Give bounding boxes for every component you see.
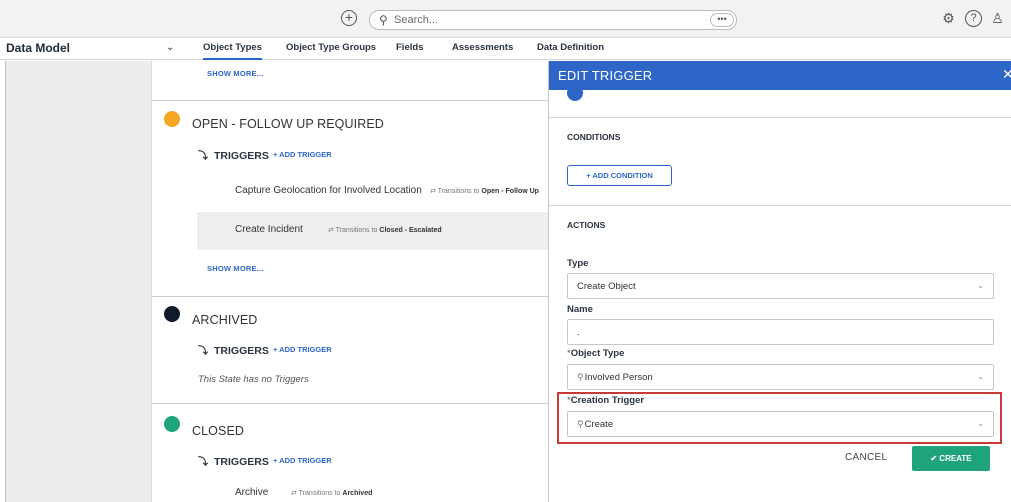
- add-trigger-button[interactable]: + ADD TRIGGER: [273, 150, 332, 159]
- gear-icon[interactable]: ⚙: [940, 10, 957, 27]
- object-type-select[interactable]: ⚲Involved Person ⌄: [567, 364, 994, 390]
- type-select[interactable]: Create Object ⌄: [567, 273, 994, 299]
- state-dot-open: [164, 111, 180, 127]
- panel-title: EDIT TRIGGER: [558, 68, 653, 83]
- trigger-row[interactable]: Create Incident ⇄ Transitions to Closed …: [197, 212, 548, 250]
- highlight-box: [557, 392, 1002, 444]
- trigger-name: Capture Geolocation for Involved Locatio…: [235, 185, 422, 196]
- trigger-row[interactable]: Archive ⇄ Transitions to Archived: [197, 475, 548, 502]
- search-icon: ⚲: [577, 372, 584, 382]
- trigger-transition: ⇄ Transitions to Archived: [291, 490, 373, 497]
- trigger-row[interactable]: Capture Geolocation for Involved Locatio…: [197, 173, 548, 211]
- conditions-heading: CONDITIONS: [567, 132, 621, 142]
- tab-object-types[interactable]: Object Types: [203, 42, 262, 60]
- tab-data-definition[interactable]: Data Definition: [537, 42, 604, 60]
- name-value: .: [577, 327, 580, 338]
- tab-assessments[interactable]: Assessments: [452, 42, 513, 60]
- search-icon: ⚲: [379, 13, 388, 27]
- state-name-archived: ARCHIVED: [192, 313, 258, 327]
- trigger-transition: ⇄ Transitions to Open - Follow Up: [430, 188, 539, 195]
- top-bar: + ⚲ ••• ⚙ ? ♙: [0, 0, 1011, 38]
- trigger-name: Create Incident: [235, 224, 303, 235]
- search-input[interactable]: [394, 12, 694, 28]
- more-icon[interactable]: •••: [710, 13, 734, 27]
- add-trigger-button[interactable]: + ADD TRIGGER: [273, 345, 332, 354]
- no-triggers-text: This State has no Triggers: [198, 374, 309, 385]
- help-icon[interactable]: ?: [965, 10, 982, 27]
- create-button[interactable]: ✔ CREATE: [912, 446, 990, 471]
- triggers-heading: ⤵ TRIGGERS: [198, 150, 269, 162]
- add-trigger-button[interactable]: + ADD TRIGGER: [273, 456, 332, 465]
- bolt-icon: ⤵: [198, 151, 208, 162]
- name-field[interactable]: .: [567, 319, 994, 345]
- close-icon[interactable]: ✕: [1002, 66, 1011, 83]
- type-label: Type: [567, 258, 589, 269]
- add-condition-button[interactable]: + ADD CONDITION: [567, 165, 672, 186]
- state-dot-closed: [164, 416, 180, 432]
- bolt-icon: ⤵: [198, 457, 208, 468]
- state-name-open: OPEN - FOLLOW UP REQUIRED: [192, 117, 384, 131]
- tab-fields[interactable]: Fields: [396, 42, 423, 60]
- divider: [152, 296, 548, 297]
- chevron-down-icon: ⌄: [977, 281, 984, 290]
- user-icon[interactable]: ♙: [989, 10, 1006, 27]
- add-icon[interactable]: +: [341, 10, 357, 26]
- nav-bar: Data Model ⌄ Object Types Object Type Gr…: [0, 38, 1011, 60]
- left-sidebar: [0, 61, 151, 502]
- divider: [152, 100, 548, 101]
- state-name-closed: CLOSED: [192, 424, 245, 438]
- name-label: Name: [567, 304, 593, 315]
- divider: [549, 117, 1011, 118]
- chevron-down-icon: ⌄: [977, 372, 984, 381]
- divider: [152, 403, 548, 404]
- show-more-link[interactable]: SHOW MORE...: [207, 264, 264, 273]
- type-value: Create Object: [577, 281, 636, 292]
- state-dot-archived: [164, 306, 180, 322]
- actions-heading: ACTIONS: [567, 220, 606, 230]
- cancel-button[interactable]: CANCEL: [845, 452, 887, 463]
- tab-object-type-groups[interactable]: Object Type Groups: [286, 42, 376, 60]
- object-type-label: *Object Type: [567, 348, 625, 359]
- page-title: Data Model: [6, 41, 71, 55]
- chevron-down-icon[interactable]: ⌄: [166, 42, 174, 53]
- panel-header: EDIT TRIGGER ✕: [549, 61, 1011, 90]
- bolt-icon: ⤵: [198, 346, 208, 357]
- trigger-name: Archive: [235, 487, 269, 498]
- global-search[interactable]: ⚲ •••: [369, 10, 737, 30]
- show-more-link[interactable]: SHOW MORE...: [207, 69, 264, 78]
- trigger-transition: ⇄ Transitions to Closed - Escalated: [328, 227, 442, 234]
- object-type-value: ⚲Involved Person: [577, 372, 653, 383]
- triggers-heading: ⤵ TRIGGERS: [198, 456, 269, 468]
- states-list: SHOW MORE... OPEN - FOLLOW UP REQUIRED ⤵…: [151, 61, 548, 502]
- triggers-heading: ⤵ TRIGGERS: [198, 345, 269, 357]
- divider: [549, 205, 1011, 206]
